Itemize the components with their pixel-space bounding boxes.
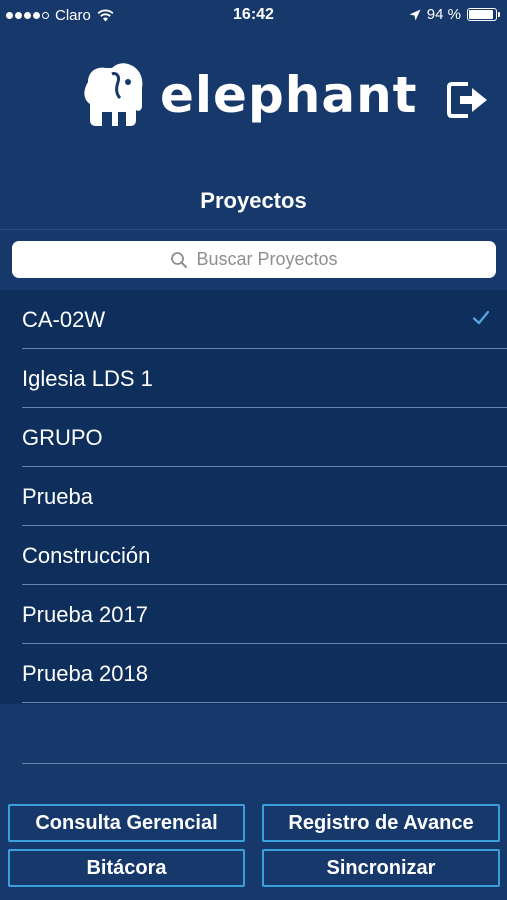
- project-name: Iglesia LDS 1: [22, 366, 153, 391]
- status-bar: Claro 16:42 94 %: [0, 0, 507, 30]
- search-placeholder: Buscar Proyectos: [196, 249, 338, 269]
- project-name: CA-02W: [22, 307, 106, 332]
- project-row-ca-02w[interactable]: CA-02W: [0, 290, 507, 349]
- project-name: Prueba 2017: [22, 602, 148, 627]
- project-row-construccion[interactable]: Construcción: [0, 526, 507, 585]
- checkmark-icon: [472, 310, 490, 325]
- project-name: Prueba 2018: [22, 661, 148, 686]
- search-bar: Buscar Proyectos: [0, 229, 507, 292]
- page-title: Proyectos: [200, 188, 307, 213]
- search-icon: [171, 251, 188, 268]
- empty-row-separator: [22, 763, 507, 764]
- bitacora-button[interactable]: Bitácora: [8, 849, 245, 887]
- battery-percent: 94 %: [426, 6, 461, 23]
- project-row-prueba[interactable]: Prueba: [0, 467, 507, 526]
- logout-button[interactable]: [446, 80, 490, 120]
- consulta-gerencial-button[interactable]: Consulta Gerencial: [8, 804, 245, 842]
- project-name: Construcción: [22, 543, 151, 568]
- search-input[interactable]: Buscar Proyectos: [12, 241, 496, 278]
- project-row-prueba-2017[interactable]: Prueba 2017: [0, 585, 507, 644]
- logout-icon: [447, 82, 487, 118]
- app-logo: elephant: [82, 62, 418, 128]
- row-separator: [22, 702, 507, 703]
- elephant-logo-icon: [84, 63, 143, 126]
- project-list: CA-02W Iglesia LDS 1 GRUPO Prueba Constr…: [0, 290, 507, 704]
- battery-icon: [467, 8, 500, 21]
- project-name: Prueba: [22, 484, 93, 509]
- status-right: 94 %: [409, 6, 500, 23]
- logo-text: elephant: [160, 66, 418, 124]
- project-row-iglesia-lds-1[interactable]: Iglesia LDS 1: [0, 349, 507, 408]
- sincronizar-button[interactable]: Sincronizar: [262, 849, 500, 887]
- registro-de-avance-button[interactable]: Registro de Avance: [262, 804, 500, 842]
- project-row-grupo[interactable]: GRUPO: [0, 408, 507, 467]
- project-row-prueba-2018[interactable]: Prueba 2018: [0, 644, 507, 703]
- project-name: GRUPO: [22, 425, 103, 450]
- location-arrow-icon: [409, 9, 421, 20]
